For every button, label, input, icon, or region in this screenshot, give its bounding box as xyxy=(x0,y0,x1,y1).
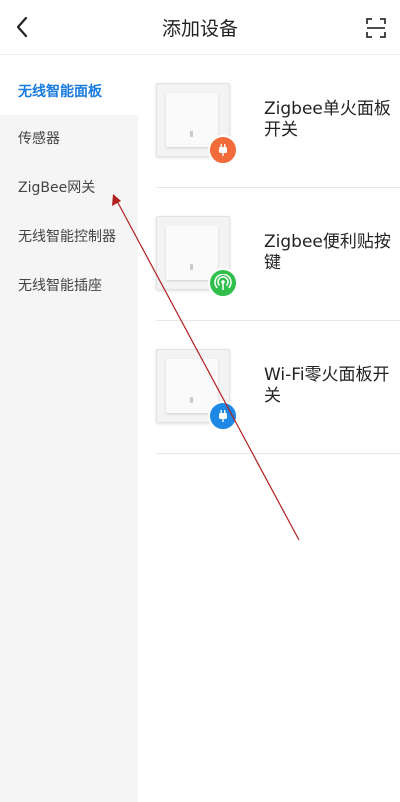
device-item-wifi-neutral-switch[interactable]: Wi-Fi零火面板开关 xyxy=(156,321,400,454)
device-name: Zigbee单火面板开关 xyxy=(264,99,391,140)
wireless-signal-icon xyxy=(208,268,238,298)
sidebar-item-sensor[interactable]: 传感器 xyxy=(0,115,138,164)
device-name: Zigbee便利贴按键 xyxy=(264,232,391,273)
scan-button[interactable] xyxy=(362,14,390,42)
page-title: 添加设备 xyxy=(161,18,238,40)
chevron-left-icon xyxy=(16,16,28,38)
device-list: Zigbee单火面板开关 Zigbee便利贴按键 Wi-Fi零火面板开关 xyxy=(138,55,400,802)
sidebar-item-wireless-panel[interactable]: 无线智能面板 xyxy=(0,55,138,115)
sidebar-item-wireless-controller[interactable]: 无线智能控制器 xyxy=(0,213,138,262)
plug-icon xyxy=(208,135,238,165)
device-name: Wi-Fi零火面板开关 xyxy=(264,365,390,406)
device-item-zigbee-single-fire-switch[interactable]: Zigbee单火面板开关 xyxy=(156,55,400,188)
top-bar: 添加设备 xyxy=(0,0,400,55)
plug-icon xyxy=(208,401,238,431)
category-sidebar: 无线智能面板 传感器 ZigBee网关 无线智能控制器 无线智能插座 xyxy=(0,55,138,802)
scan-icon xyxy=(366,18,386,38)
device-item-zigbee-sticky-button[interactable]: Zigbee便利贴按键 xyxy=(156,188,400,321)
sidebar-item-zigbee-gateway[interactable]: ZigBee网关 xyxy=(0,164,138,213)
sidebar-item-wireless-socket[interactable]: 无线智能插座 xyxy=(0,262,138,311)
back-button[interactable] xyxy=(8,13,36,41)
